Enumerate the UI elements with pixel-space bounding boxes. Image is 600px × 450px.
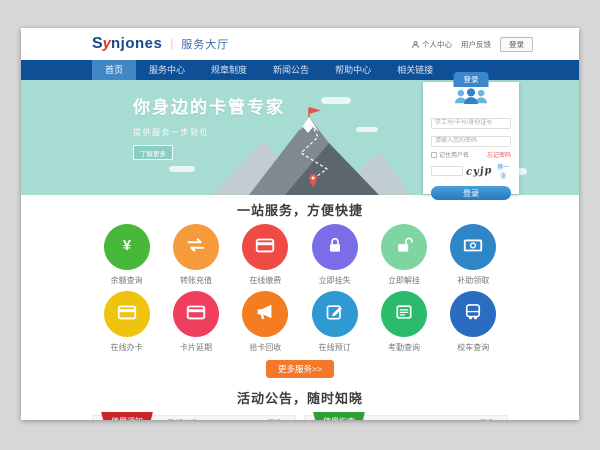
unlock-icon xyxy=(394,235,414,260)
more-link-left[interactable]: 更多>> xyxy=(268,418,290,420)
captcha-row: cyjp 换一张 xyxy=(431,162,511,180)
service-item[interactable]: 在线办卡 xyxy=(92,291,161,353)
service-label: 拾卡回收 xyxy=(231,342,300,353)
nav-item[interactable]: 帮助中心 xyxy=(322,60,384,80)
site-name: 服务大厅 xyxy=(181,36,229,52)
service-item[interactable]: 拾卡回收 xyxy=(231,291,300,353)
service-item[interactable]: 校车查询 xyxy=(439,291,508,353)
announcement-panels: 使用须知 最新公告 更多>> 使用指南 更多>> xyxy=(92,415,508,420)
announcement-panel-left: 使用须知 最新公告 更多>> xyxy=(92,415,296,420)
service-label: 余额查询 xyxy=(92,275,161,286)
captcha-image: cyjp xyxy=(466,165,493,178)
service-label: 立即解挂 xyxy=(369,275,438,286)
logo[interactable]: S y njones xyxy=(92,35,162,53)
logo-divider: | xyxy=(170,38,173,50)
header-login-button[interactable]: 登录 xyxy=(500,37,533,52)
announcement-tabs-right: 使用指南 更多>> xyxy=(304,415,508,420)
remember-row: 记住用户名 忘记密码 xyxy=(431,150,511,159)
card-icon xyxy=(254,234,276,261)
services-section: 一站服务，方便快捷 ¥ 余额查询 转账充值 xyxy=(21,195,579,378)
remember-checkbox[interactable] xyxy=(431,152,437,158)
cloud-icon xyxy=(169,166,195,172)
service-item[interactable]: 立即解挂 xyxy=(369,224,438,286)
service-label: 在线预订 xyxy=(300,342,369,353)
more-services-button[interactable]: 更多服务>> xyxy=(266,360,334,378)
login-submit-button[interactable]: 登录 xyxy=(431,186,511,200)
tab-latest-announcements[interactable]: 最新公告 xyxy=(167,418,199,421)
service-item[interactable]: 考勤查询 xyxy=(369,291,438,353)
announcement-tabs-left: 使用须知 最新公告 更多>> xyxy=(92,415,296,420)
main-nav: 首页 服务中心 规章制度 新闻公告 帮助中心 相关链接 xyxy=(21,60,579,80)
cloud-icon xyxy=(321,97,351,104)
service-label: 在线缴费 xyxy=(231,275,300,286)
service-item[interactable]: 转账充值 xyxy=(161,224,230,286)
person-icon xyxy=(411,40,420,49)
svg-text:¥: ¥ xyxy=(123,238,132,254)
transfer-icon xyxy=(185,234,207,261)
header-right: 个人中心 用户反馈 登录 xyxy=(411,37,533,52)
announcements-section: 活动公告，随时知晓 使用须知 最新公告 更多>> 使用指南 更多>> xyxy=(21,388,579,420)
forgot-password-link[interactable]: 忘记密码 xyxy=(487,150,511,159)
banknote-icon xyxy=(462,234,484,261)
service-item[interactable]: 立即挂失 xyxy=(300,224,369,286)
nav-item[interactable]: 相关链接 xyxy=(384,60,446,80)
list-icon xyxy=(394,302,414,327)
site-header: S y njones | 服务大厅 个人中心 用户反馈 登录 xyxy=(21,28,579,60)
login-tab[interactable]: 登录 xyxy=(454,72,489,87)
edit-icon xyxy=(325,302,345,327)
bus-icon xyxy=(463,302,483,327)
service-label: 转账充值 xyxy=(161,275,230,286)
service-item[interactable]: 补助领取 xyxy=(439,224,508,286)
lock-icon xyxy=(325,235,345,260)
service-label: 卡片延期 xyxy=(161,342,230,353)
tab-usage-guide[interactable]: 使用指南 xyxy=(313,412,365,421)
services-grid: ¥ 余额查询 转账充值 在线缴费 xyxy=(92,224,508,358)
nav-items: 首页 服务中心 规章制度 新闻公告 帮助中心 相关链接 xyxy=(92,60,508,80)
hero-copy: 你身边的卡管专家 提供服务一步到位 了解更多 xyxy=(133,93,285,161)
nav-item[interactable]: 服务中心 xyxy=(136,60,198,80)
nav-item[interactable]: 新闻公告 xyxy=(260,60,322,80)
announcement-panel-right: 使用指南 更多>> xyxy=(304,415,508,420)
service-item[interactable]: 在线预订 xyxy=(300,291,369,353)
username-input[interactable] xyxy=(431,118,511,129)
feedback-label: 用户反馈 xyxy=(461,39,491,50)
card-icon xyxy=(116,301,138,328)
user-center-link[interactable]: 个人中心 xyxy=(411,39,452,50)
service-label: 考勤查询 xyxy=(369,342,438,353)
users-icon xyxy=(452,88,490,104)
service-item[interactable]: ¥ 余额查询 xyxy=(92,224,161,286)
yuan-icon: ¥ xyxy=(116,234,138,261)
page: S y njones | 服务大厅 个人中心 用户反馈 登录 首页 服务中心 规… xyxy=(21,28,579,420)
service-label: 立即挂失 xyxy=(300,275,369,286)
card-icon xyxy=(185,301,207,328)
service-item[interactable]: 在线缴费 xyxy=(231,224,300,286)
tab-usage-notice[interactable]: 使用须知 xyxy=(101,412,153,421)
more-link-right[interactable]: 更多>> xyxy=(480,418,502,420)
remember-label: 记住用户名 xyxy=(439,150,469,159)
hero-cta-button[interactable]: 了解更多 xyxy=(133,145,173,160)
service-label: 校车查询 xyxy=(439,342,508,353)
services-title: 一站服务，方便快捷 xyxy=(21,200,579,219)
feedback-link[interactable]: 用户反馈 xyxy=(461,39,491,50)
password-input[interactable] xyxy=(431,136,511,147)
logo-text: S xyxy=(92,35,103,53)
captcha-input[interactable] xyxy=(431,166,463,176)
service-label: 在线办卡 xyxy=(92,342,161,353)
user-center-label: 个人中心 xyxy=(422,39,452,50)
login-card: 登录 记住用户名 忘记密码 cyjp 换一张 登录 xyxy=(423,82,519,194)
logo-text-rest: njones xyxy=(111,35,162,52)
hero-subtitle: 提供服务一步到位 xyxy=(133,127,285,138)
hero-title: 你身边的卡管专家 xyxy=(133,93,285,118)
service-label: 补助领取 xyxy=(439,275,508,286)
nav-item[interactable]: 规章制度 xyxy=(198,60,260,80)
service-item[interactable]: 卡片延期 xyxy=(161,291,230,353)
nav-item[interactable]: 首页 xyxy=(92,60,136,80)
megaphone-icon xyxy=(254,301,276,328)
logo-accent-swoosh-icon: y xyxy=(103,35,111,52)
announcements-title: 活动公告，随时知晓 xyxy=(21,388,579,407)
captcha-refresh-link[interactable]: 换一张 xyxy=(496,162,511,180)
